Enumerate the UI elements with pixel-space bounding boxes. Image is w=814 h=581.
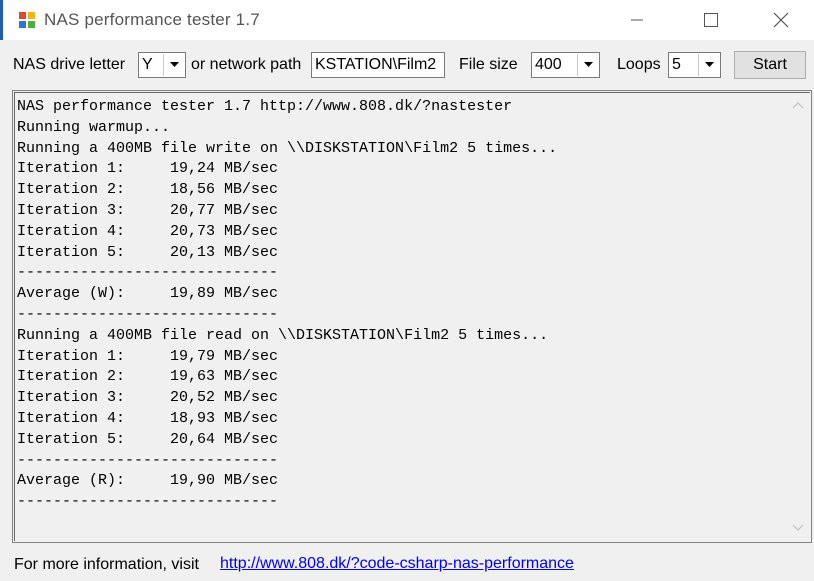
minimize-button[interactable] <box>614 0 660 40</box>
close-button[interactable] <box>758 0 804 40</box>
log-line: Iteration 3: 20,52 MB/sec <box>17 389 279 407</box>
toolbar: NAS drive letter Y or network path KSTAT… <box>0 40 814 90</box>
log-line: ----------------------------- <box>17 451 279 469</box>
loops-label: Loops <box>617 56 661 73</box>
chevron-down-icon[interactable] <box>163 54 184 76</box>
loops-select[interactable]: 5 <box>668 52 721 78</box>
log-line: Iteration 3: 20,77 MB/sec <box>17 201 279 219</box>
log-line: ----------------------------- <box>17 264 279 282</box>
log-line: Average (W): 19,89 MB/sec <box>17 285 279 303</box>
drive-letter-label: NAS drive letter <box>13 56 126 73</box>
file-size-select[interactable]: 400 <box>531 52 600 78</box>
log-line: Iteration 4: 20,73 MB/sec <box>17 222 279 240</box>
chevron-down-icon[interactable] <box>698 54 719 76</box>
maximize-icon <box>704 13 718 27</box>
window-edge <box>0 0 3 40</box>
log-line: ----------------------------- <box>17 493 279 511</box>
log-line: Iteration 5: 20,64 MB/sec <box>17 430 279 448</box>
app-icon[interactable] <box>18 11 36 29</box>
file-size-value: 400 <box>535 56 562 73</box>
window-title: NAS performance tester 1.7 <box>44 10 260 29</box>
log-line: Running warmup... <box>17 118 171 136</box>
log-line: Running a 400MB file write on \\DISKSTAT… <box>17 139 558 157</box>
log-line: Iteration 1: 19,24 MB/sec <box>17 160 279 178</box>
log-line: Iteration 5: 20,13 MB/sec <box>17 243 279 261</box>
log-line: Iteration 2: 19,63 MB/sec <box>17 368 279 386</box>
drive-letter-value: Y <box>142 56 153 73</box>
file-size-label: File size <box>459 56 518 73</box>
loops-value: 5 <box>672 56 681 73</box>
log-line: Average (R): 19,90 MB/sec <box>17 472 279 490</box>
maximize-button[interactable] <box>688 0 734 40</box>
scroll-up-icon[interactable] <box>791 99 805 113</box>
close-icon <box>773 12 789 28</box>
log-line: Iteration 2: 18,56 MB/sec <box>17 181 279 199</box>
footer-text: For more information, visit <box>14 556 199 573</box>
network-path-input[interactable]: KSTATION\Film2 <box>311 52 445 78</box>
drive-letter-select[interactable]: Y <box>138 52 186 78</box>
log-line: NAS performance tester 1.7 http://www.80… <box>17 98 513 115</box>
title-bar[interactable]: NAS performance tester 1.7 <box>0 0 814 40</box>
log-line: Iteration 4: 18,93 MB/sec <box>17 409 279 427</box>
output-log: NAS performance tester 1.7 http://www.80… <box>17 97 777 513</box>
minimize-icon <box>631 19 643 21</box>
output-textbox[interactable]: NAS performance tester 1.7 http://www.80… <box>12 90 812 543</box>
network-path-value: KSTATION\Film2 <box>315 56 437 73</box>
network-path-label: or network path <box>191 56 302 73</box>
log-line: Iteration 1: 19,79 MB/sec <box>17 347 279 365</box>
footer: For more information, visit http://www.8… <box>0 543 814 581</box>
log-line: ----------------------------- <box>17 305 279 323</box>
chevron-down-icon[interactable] <box>577 54 598 76</box>
start-button[interactable]: Start <box>734 51 806 79</box>
info-link[interactable]: http://www.808.dk/?code-csharp-nas-perfo… <box>220 555 574 573</box>
scroll-down-icon[interactable] <box>791 520 805 534</box>
log-line: Running a 400MB file read on \\DISKSTATI… <box>17 326 549 344</box>
